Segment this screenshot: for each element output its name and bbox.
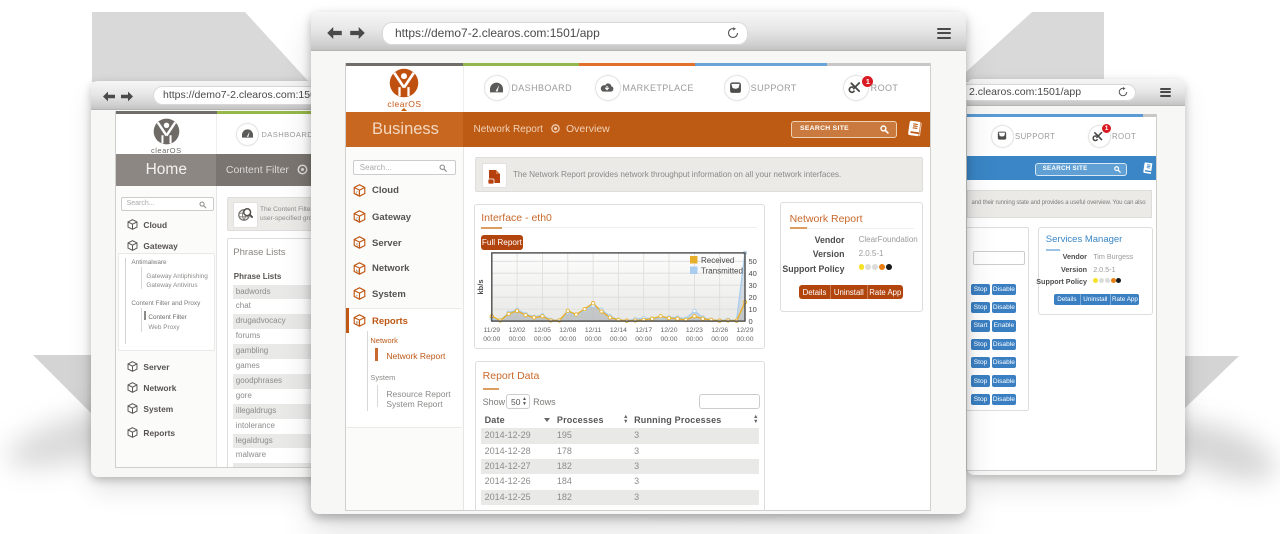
svg-text:00:00: 00:00	[711, 336, 728, 343]
svg-text:S: S	[356, 243, 359, 248]
svg-text:00:00: 00:00	[534, 336, 551, 343]
svg-text:00:00: 00:00	[559, 336, 576, 343]
svg-text:12/02: 12/02	[508, 327, 525, 334]
svg-text:kb/s: kb/s	[476, 279, 485, 294]
svg-text:10: 10	[748, 305, 756, 314]
svg-text:N: N	[356, 268, 359, 273]
svg-text:20: 20	[748, 293, 756, 302]
svg-text:12/14: 12/14	[610, 327, 627, 334]
svg-text:30: 30	[748, 281, 756, 290]
svg-text:11/29: 11/29	[483, 327, 500, 334]
svg-text:00:00: 00:00	[686, 336, 703, 343]
svg-text:00:00: 00:00	[584, 336, 601, 343]
svg-text:12/08: 12/08	[559, 327, 576, 334]
svg-text:00:00: 00:00	[736, 336, 753, 343]
svg-text:12/29: 12/29	[736, 327, 753, 334]
svg-text:Transmitted: Transmitted	[701, 266, 743, 275]
svg-text:00:00: 00:00	[483, 336, 500, 343]
svg-text:00:00: 00:00	[610, 336, 627, 343]
svg-text:00:00: 00:00	[635, 336, 652, 343]
svg-text:00:00: 00:00	[660, 336, 677, 343]
svg-text:12/20: 12/20	[660, 327, 677, 334]
svg-text:12/11: 12/11	[585, 327, 602, 334]
svg-text:00:00: 00:00	[508, 336, 525, 343]
svg-text:12/23: 12/23	[686, 327, 703, 334]
svg-text:40: 40	[748, 269, 756, 278]
svg-text:12/05: 12/05	[534, 327, 551, 334]
svg-text:12/26: 12/26	[711, 327, 728, 334]
svg-text:Received: Received	[701, 256, 734, 265]
svg-text:12/17: 12/17	[635, 327, 652, 334]
svg-text:50: 50	[748, 257, 756, 266]
svg-text:+: +	[356, 294, 359, 299]
svg-text:0: 0	[748, 317, 752, 326]
svg-text:G: G	[356, 217, 360, 222]
